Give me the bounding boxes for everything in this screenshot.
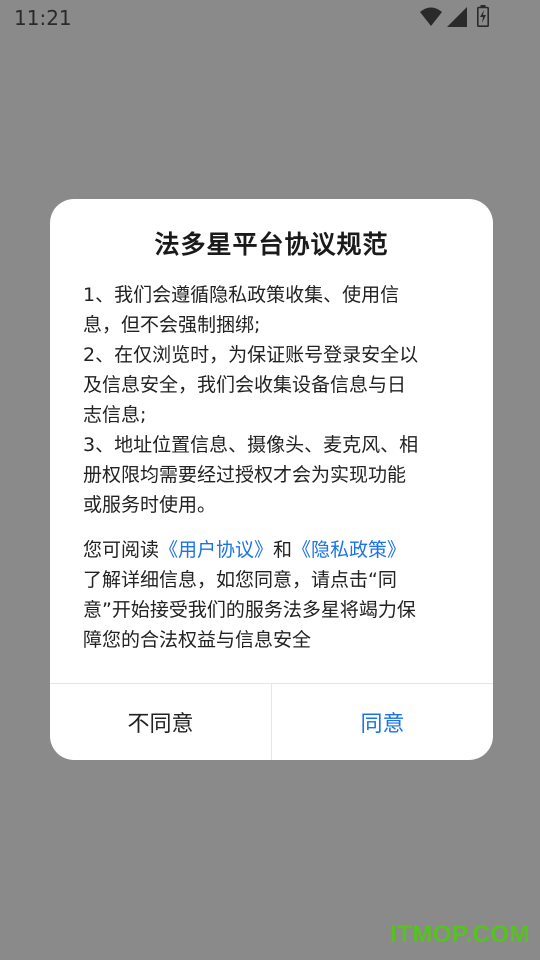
policy-line: 2、在仅浏览时，为保证账号登录安全以 <box>83 344 419 366</box>
disagree-button[interactable]: 不同意 <box>50 684 271 760</box>
policy-line: 1、我们会遵循隐私政策收集、使用信 <box>83 284 400 306</box>
dialog-body: 1、我们会遵循隐私政策收集、使用信 息，但不会强制捆绑; 2、在仅浏览时，为保证… <box>83 280 455 655</box>
policy-line: 息，但不会强制捆绑; <box>83 314 261 336</box>
intro-and: 和 <box>273 539 293 561</box>
agree-button[interactable]: 同意 <box>272 684 493 760</box>
privacy-dialog: 法多星平台协议规范 1、我们会遵循隐私政策收集、使用信 息，但不会强制捆绑; 2… <box>50 199 493 760</box>
wifi-icon <box>420 7 442 26</box>
intro-line: 障您的合法权益与信息安全 <box>83 629 312 651</box>
battery-charging-icon <box>477 5 489 27</box>
policy-line: 3、地址位置信息、摄像头、麦克风、相 <box>83 434 419 456</box>
privacy-policy-link[interactable]: 《隐私政策》 <box>292 539 406 561</box>
user-agreement-link[interactable]: 《用户协议》 <box>159 539 273 561</box>
policy-line: 册权限均需要经过授权才会为实现功能 <box>83 464 407 486</box>
watermark: ITMOP.COM <box>389 921 530 948</box>
status-icons <box>420 5 500 29</box>
intro-line: 了解详细信息，如您同意，请点击“同 <box>83 569 397 591</box>
dialog-title: 法多星平台协议规范 <box>154 230 389 259</box>
policy-line: 志信息; <box>83 404 147 426</box>
intro-first-line: 您可阅读《用户协议》和《隐私政策》 <box>83 535 455 565</box>
status-bar: 11:21 <box>0 0 540 34</box>
intro-line: 意”开始接受我们的服务法多星将竭力保 <box>83 599 416 621</box>
policy-line: 及信息安全，我们会收集设备信息与日 <box>83 374 407 396</box>
intro-block: 您可阅读《用户协议》和《隐私政策》 了解详细信息，如您同意，请点击“同 意”开始… <box>83 535 455 655</box>
intro-prefix: 您可阅读 <box>83 539 160 561</box>
status-time: 11:21 <box>14 6 72 30</box>
cell-signal-icon <box>447 7 467 27</box>
policy-line: 或服务时使用。 <box>83 494 217 516</box>
